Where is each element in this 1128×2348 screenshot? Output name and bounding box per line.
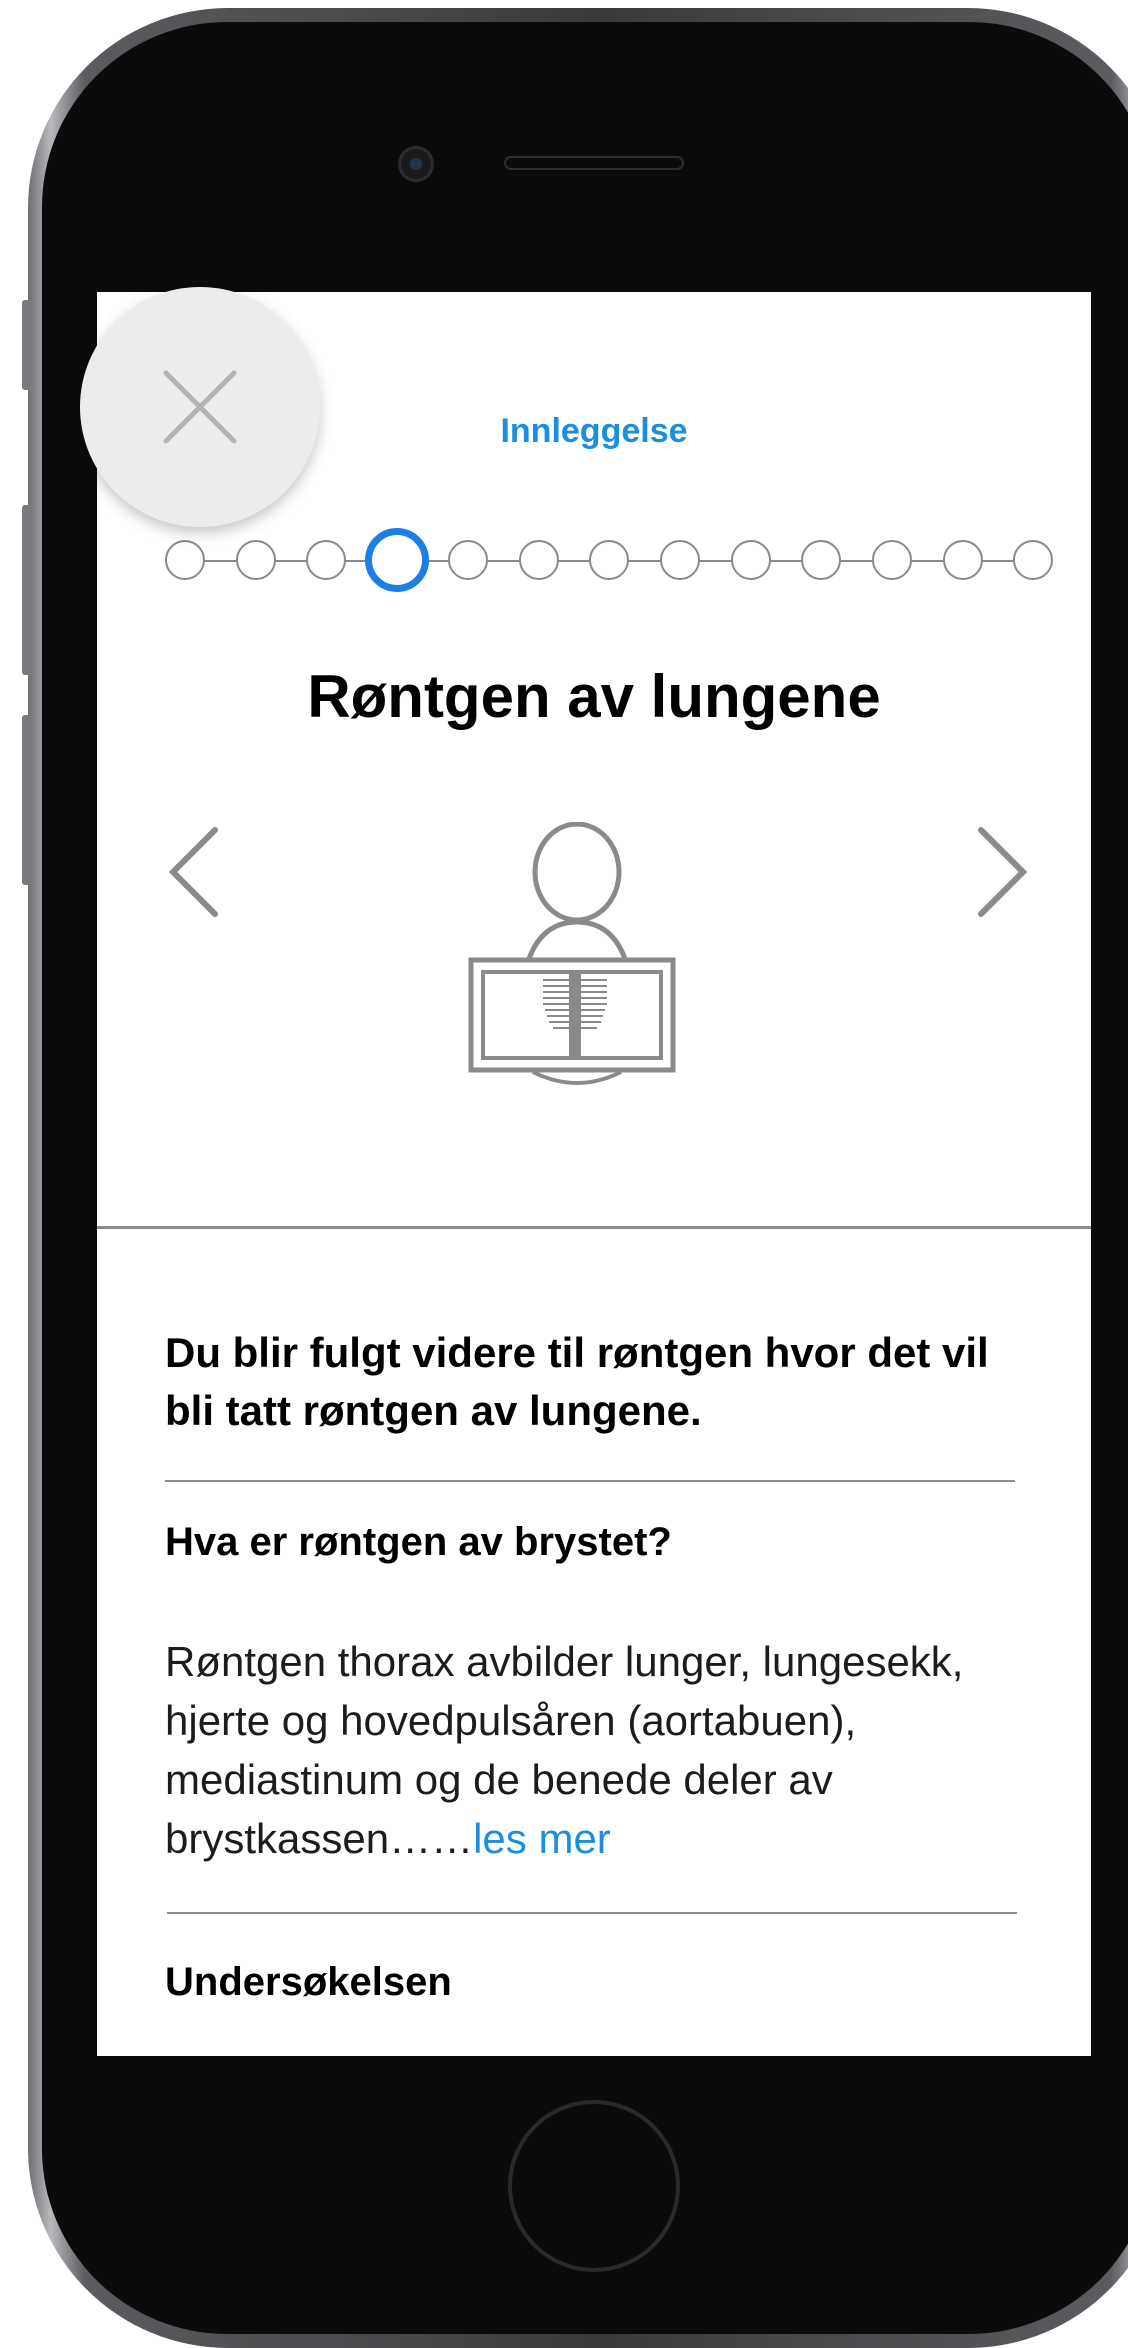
step-indicator-9[interactable] bbox=[730, 540, 771, 580]
step-indicator-3[interactable] bbox=[306, 540, 347, 580]
section-heading-examination: Undersøkelsen bbox=[165, 1960, 452, 2004]
close-button[interactable] bbox=[80, 287, 320, 527]
step-indicator-7[interactable] bbox=[589, 540, 630, 580]
step-indicator-10[interactable] bbox=[801, 540, 842, 580]
step-indicator-6[interactable] bbox=[518, 540, 559, 580]
app-screen: Innleggelse Røntgen av lungene Du blir f… bbox=[97, 292, 1091, 2056]
step-indicator-12[interactable] bbox=[942, 540, 983, 580]
chevron-right-icon bbox=[978, 827, 1028, 917]
chest-xray-icon bbox=[467, 821, 687, 1102]
volume-down-button bbox=[22, 715, 32, 885]
step-indicator-11[interactable] bbox=[872, 540, 912, 580]
section-divider bbox=[97, 1226, 1091, 1229]
step-indicator-1[interactable] bbox=[165, 540, 205, 580]
lead-paragraph: Du blir fulgt videre til røntgen hvor de… bbox=[165, 1329, 989, 1434]
front-camera bbox=[398, 146, 434, 182]
step-indicator-2[interactable] bbox=[235, 540, 276, 580]
volume-up-button bbox=[22, 505, 32, 675]
step-indicator-4[interactable] bbox=[365, 528, 430, 592]
previous-button[interactable] bbox=[161, 822, 231, 922]
mute-switch bbox=[22, 300, 32, 390]
progress-stepper bbox=[147, 520, 1054, 600]
next-button[interactable] bbox=[965, 822, 1035, 922]
content-divider bbox=[165, 1480, 1015, 1482]
section-body-text: Røntgen thorax avbilder lunger, lungesek… bbox=[165, 1632, 1045, 1868]
chevron-left-icon bbox=[168, 827, 218, 917]
step-indicator-13[interactable] bbox=[1013, 540, 1054, 580]
step-indicator-5[interactable] bbox=[447, 540, 488, 580]
earpiece-speaker bbox=[504, 156, 684, 170]
step-indicator-8[interactable] bbox=[659, 540, 700, 580]
read-more-link[interactable]: les mer bbox=[473, 1815, 611, 1862]
home-button[interactable] bbox=[508, 2100, 680, 2272]
section-heading-what-is: Hva er røntgen av brystet? bbox=[165, 1520, 672, 1564]
content-divider bbox=[167, 1912, 1017, 1914]
close-icon bbox=[163, 370, 237, 444]
page-title: Røntgen av lungene bbox=[307, 663, 881, 730]
